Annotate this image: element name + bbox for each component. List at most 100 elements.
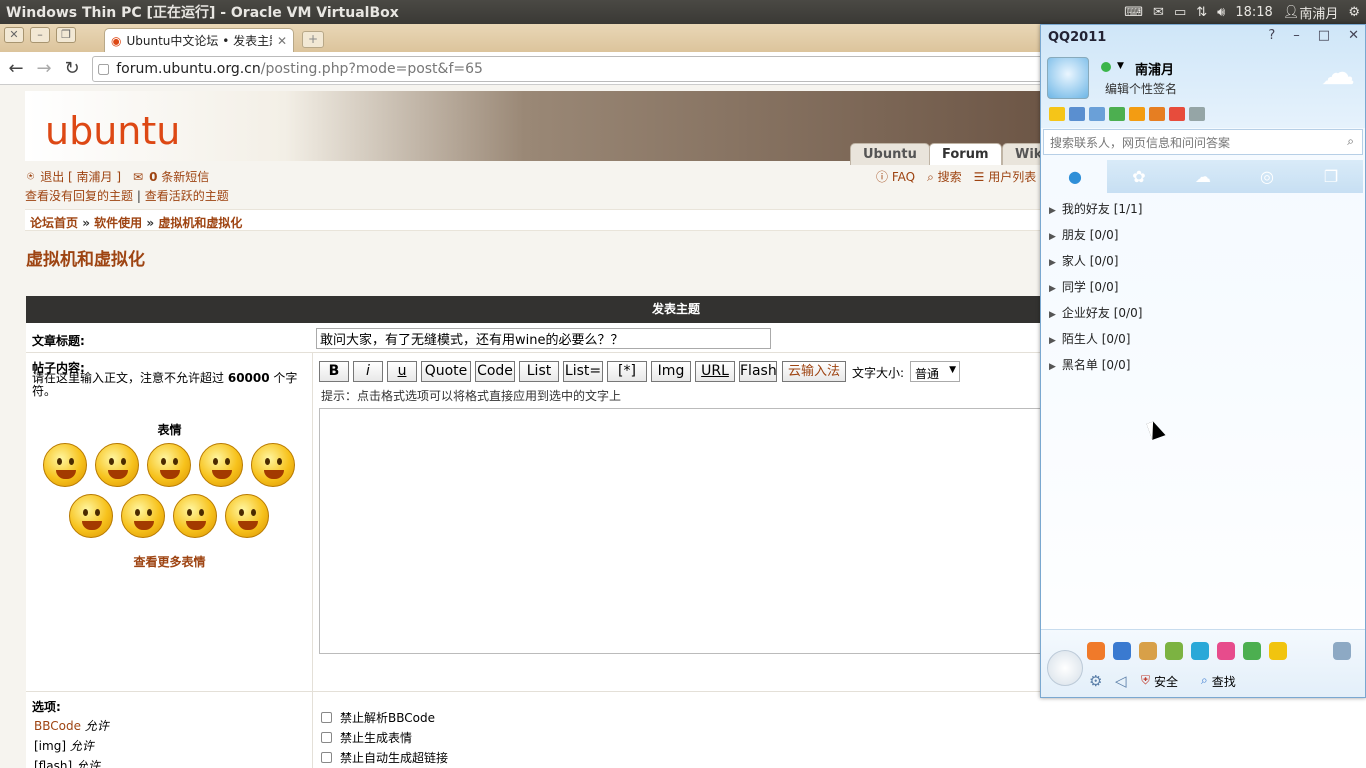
sound-icon[interactable]: ◁ [1115,672,1127,690]
font-size-select[interactable]: 普通 ▼ [910,361,960,382]
smiley-grin-icon[interactable] [121,494,165,538]
pet-app-icon[interactable] [1139,642,1157,660]
group-friends[interactable]: ▶ 朋友 [0/0] [1049,226,1118,243]
breadcrumb-virtualization[interactable]: 虚拟机和虚拟化 [158,216,242,230]
more-smilies-link[interactable]: 查看更多表情 [26,553,313,570]
tab-forum[interactable]: Forum [929,143,1002,165]
clover-icon[interactable] [1109,107,1125,121]
reload-icon[interactable]: ↻ [60,56,84,80]
group-classmates[interactable]: ▶ 同学 [0/0] [1049,278,1118,295]
group-enterprise[interactable]: ▶ 企业好友 [0/0] [1049,304,1142,321]
back-arrow-icon[interactable]: ← [4,56,28,80]
game-icon[interactable] [1113,642,1131,660]
smiley-smile-icon[interactable] [43,443,87,487]
smiley-giggle-icon[interactable] [199,443,243,487]
group-blacklist[interactable]: ▶ 黑名单 [0/0] [1049,356,1130,373]
faq-link[interactable]: ⓘ FAQ [876,168,915,185]
message-textarea[interactable] [319,408,1040,654]
zone-icon[interactable] [1069,107,1085,121]
breadcrumb-home[interactable]: 论坛首页 [30,216,78,230]
forward-arrow-icon[interactable]: → [32,56,56,80]
group-strangers[interactable]: ▶ 陌生人 [0/0] [1049,330,1130,347]
help-icon[interactable]: ? [1268,28,1275,43]
smiley-dizzy-icon[interactable] [225,494,269,538]
checkbox-box[interactable] [321,712,332,723]
mail-app-icon[interactable] [1269,642,1287,660]
app-grid-icon[interactable] [1333,642,1351,660]
bold-button[interactable]: B [319,361,349,382]
underline-button[interactable]: u [387,361,417,382]
list-button[interactable]: List [519,361,559,382]
flash-button[interactable]: Flash [739,361,777,382]
members-link[interactable]: ☰ 用户列表 [974,168,1037,185]
group-my-friends[interactable]: ▶ 我的好友 [1/1] [1049,200,1142,217]
email-icon[interactable] [1089,107,1105,121]
status-dropdown-icon[interactable]: ▼ [1117,61,1124,71]
checkbox-box[interactable] [321,752,332,763]
video-icon[interactable] [1191,642,1209,660]
qq-signature[interactable]: 编辑个性签名 [1105,80,1177,97]
task-icon[interactable] [1087,642,1105,660]
security-button[interactable]: ⛨ 安全 [1141,673,1178,690]
address-bar[interactable]: ▢ forum.ubuntu.org.cn/posting.php?mode=p… [92,56,1052,82]
browser-tab[interactable]: ◉ Ubuntu中文论坛 • 发表主题 ✕ [104,28,294,52]
maximize-icon[interactable]: □ [1318,28,1330,43]
star-icon[interactable] [1049,107,1065,121]
qq-main-menu-icon[interactable] [1047,650,1083,686]
gear-icon[interactable]: ⚙ [1348,5,1360,20]
tab-weibo-icon[interactable]: ◎ [1235,160,1299,193]
message-link[interactable]: 0 条新短信 [149,168,209,185]
group-family[interactable]: ▶ 家人 [0/0] [1049,252,1118,269]
smiley-laugh-icon[interactable] [251,443,295,487]
ubuntu-logo[interactable]: ubuntu [45,109,180,153]
smiley-tongue-icon[interactable] [95,443,139,487]
tab-ubuntu[interactable]: Ubuntu [850,143,930,165]
shop-icon[interactable] [1129,107,1145,121]
smiley-smirk-icon[interactable] [147,443,191,487]
list-item-button[interactable]: [*] [607,361,647,382]
tab-groups-icon[interactable]: ☁ [1171,160,1235,193]
url-button[interactable]: URL [695,361,735,382]
disable-bbcode-checkbox[interactable]: 禁止解析BBCode [321,709,435,726]
ordered-list-button[interactable]: List= [563,361,603,382]
minimize-icon[interactable]: – [1293,28,1300,43]
bbcode-link[interactable]: BBCode [34,719,81,733]
online-status-icon[interactable] [1101,62,1111,72]
new-tab-button[interactable]: + [302,31,324,48]
shield-app-icon[interactable] [1243,642,1261,660]
volume-icon[interactable]: 🔊︎ [1217,5,1225,20]
tab-wiki[interactable]: Wiki [1002,143,1040,165]
note-icon[interactable] [1189,107,1205,121]
weibo-icon[interactable] [1169,107,1185,121]
avatar[interactable] [1047,57,1089,99]
tab-close-icon[interactable]: ✕ [277,34,287,48]
img-button[interactable]: Img [651,361,691,382]
battery-icon[interactable]: ▭ [1174,5,1186,20]
disable-smilies-checkbox[interactable]: 禁止生成表情 [321,729,412,746]
italic-button[interactable]: i [353,361,383,382]
pet-icon[interactable] [1149,107,1165,121]
page-title[interactable]: 虚拟机和虚拟化 [26,245,145,270]
tab-recent-icon[interactable]: ❐ [1299,160,1363,193]
music-icon[interactable] [1165,642,1183,660]
tab-contacts-icon[interactable]: ● [1043,160,1107,193]
search-icon[interactable]: ⌕ [1347,134,1354,149]
cloud-ime-button[interactable]: 云输入法 [782,361,846,382]
weather-icon[interactable]: ☁ [1321,53,1355,93]
photo-icon[interactable] [1217,642,1235,660]
tab-apps-icon[interactable]: ✿ [1107,160,1171,193]
smiley-sweat-icon[interactable] [69,494,113,538]
search-link[interactable]: ⌕ 搜索 [927,168,962,185]
mail-icon[interactable]: ✉ [1153,5,1164,20]
disable-links-checkbox[interactable]: 禁止自动生成超链接 [321,749,448,766]
network-icon[interactable]: ⇅ [1196,5,1207,20]
no-reply-link[interactable]: 查看没有回复的主题 [25,189,133,203]
code-button[interactable]: Code [475,361,515,382]
breadcrumb-software[interactable]: 软件使用 [94,216,142,230]
minimize-window-icon[interactable]: – [30,27,50,43]
smiley-think-icon[interactable] [173,494,217,538]
quote-button[interactable]: Quote [421,361,471,382]
qq-search-input[interactable]: 搜索联系人，网页信息和问问答案 ⌕ [1043,129,1363,155]
settings-icon[interactable]: ⚙ [1089,672,1102,690]
keyboard-icon[interactable]: ⌨ [1124,5,1143,20]
